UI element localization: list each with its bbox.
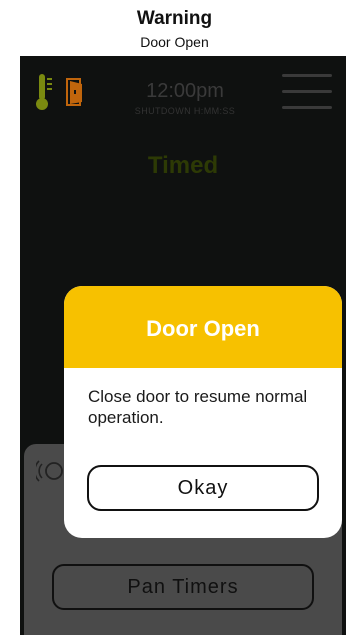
shutdown-timer: SHUTDOWN H:MM:SS [134,106,236,116]
hamburger-menu-icon[interactable] [282,74,332,110]
okay-button[interactable]: Okay [87,465,319,511]
door-open-icon[interactable] [66,78,86,106]
dialog-title: Door Open [146,316,260,341]
door-open-dialog: Door Open Close door to resume normal op… [64,286,342,538]
dialog-header: Door Open [64,286,342,368]
dialog-message: Close door to resume normal operation. [88,387,308,427]
pan-timers-button[interactable]: Pan Timers [52,564,314,610]
top-status-bar: 12:00pm SHUTDOWN H:MM:SS [20,56,346,126]
timer-icon [36,460,63,482]
thermometer-icon[interactable] [34,72,56,112]
mode-label: Timed [147,152,219,179]
caption-title: Warning [136,8,213,29]
device-screen: 12:00pm SHUTDOWN H:MM:SS Timed 0:30 Pan … [20,56,346,635]
caption-subtitle: Door Open [140,34,209,50]
clock-time: 12:00pm [146,80,224,102]
